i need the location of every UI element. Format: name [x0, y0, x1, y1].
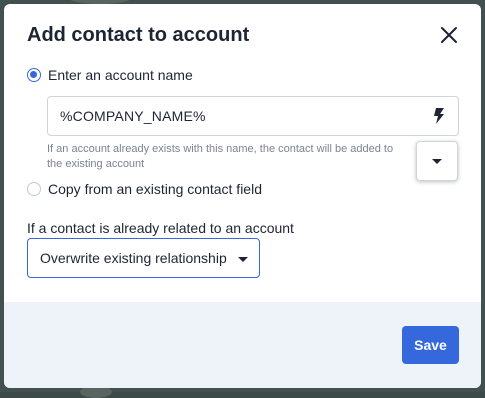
- helper-line: If an account already exists with this n…: [47, 143, 394, 155]
- radio-account-name[interactable]: [27, 68, 41, 82]
- radio-label-copy-field: Copy from an existing contact field: [48, 181, 262, 197]
- relationship-select[interactable]: Overwrite existing relationship: [27, 238, 260, 278]
- radio-copy-field[interactable]: [27, 182, 41, 196]
- add-contact-modal: Add contact to account Enter an account …: [4, 4, 481, 388]
- relationship-label: If a contact is already related to an ac…: [27, 220, 294, 236]
- radio-label-account-name: Enter an account name: [48, 67, 193, 83]
- relationship-select-value: Overwrite existing relationship: [40, 250, 227, 266]
- caret-down-icon: [238, 257, 248, 262]
- radio-option-account-name[interactable]: Enter an account name: [27, 67, 193, 83]
- dropdown-toggle-button[interactable]: [416, 141, 458, 181]
- close-button[interactable]: [436, 22, 462, 48]
- save-button[interactable]: Save: [402, 326, 459, 364]
- bolt-icon[interactable]: [432, 107, 446, 125]
- account-name-value: %COMPANY_NAME%: [60, 108, 206, 124]
- account-name-input[interactable]: %COMPANY_NAME%: [47, 96, 459, 136]
- modal-title: Add contact to account: [27, 24, 250, 46]
- radio-option-copy-field[interactable]: Copy from an existing contact field: [27, 181, 262, 197]
- close-icon: [441, 27, 457, 43]
- caret-down-icon: [432, 158, 442, 164]
- helper-line: the existing account: [47, 158, 145, 170]
- account-name-helper: If an account already exists with this n…: [47, 142, 419, 172]
